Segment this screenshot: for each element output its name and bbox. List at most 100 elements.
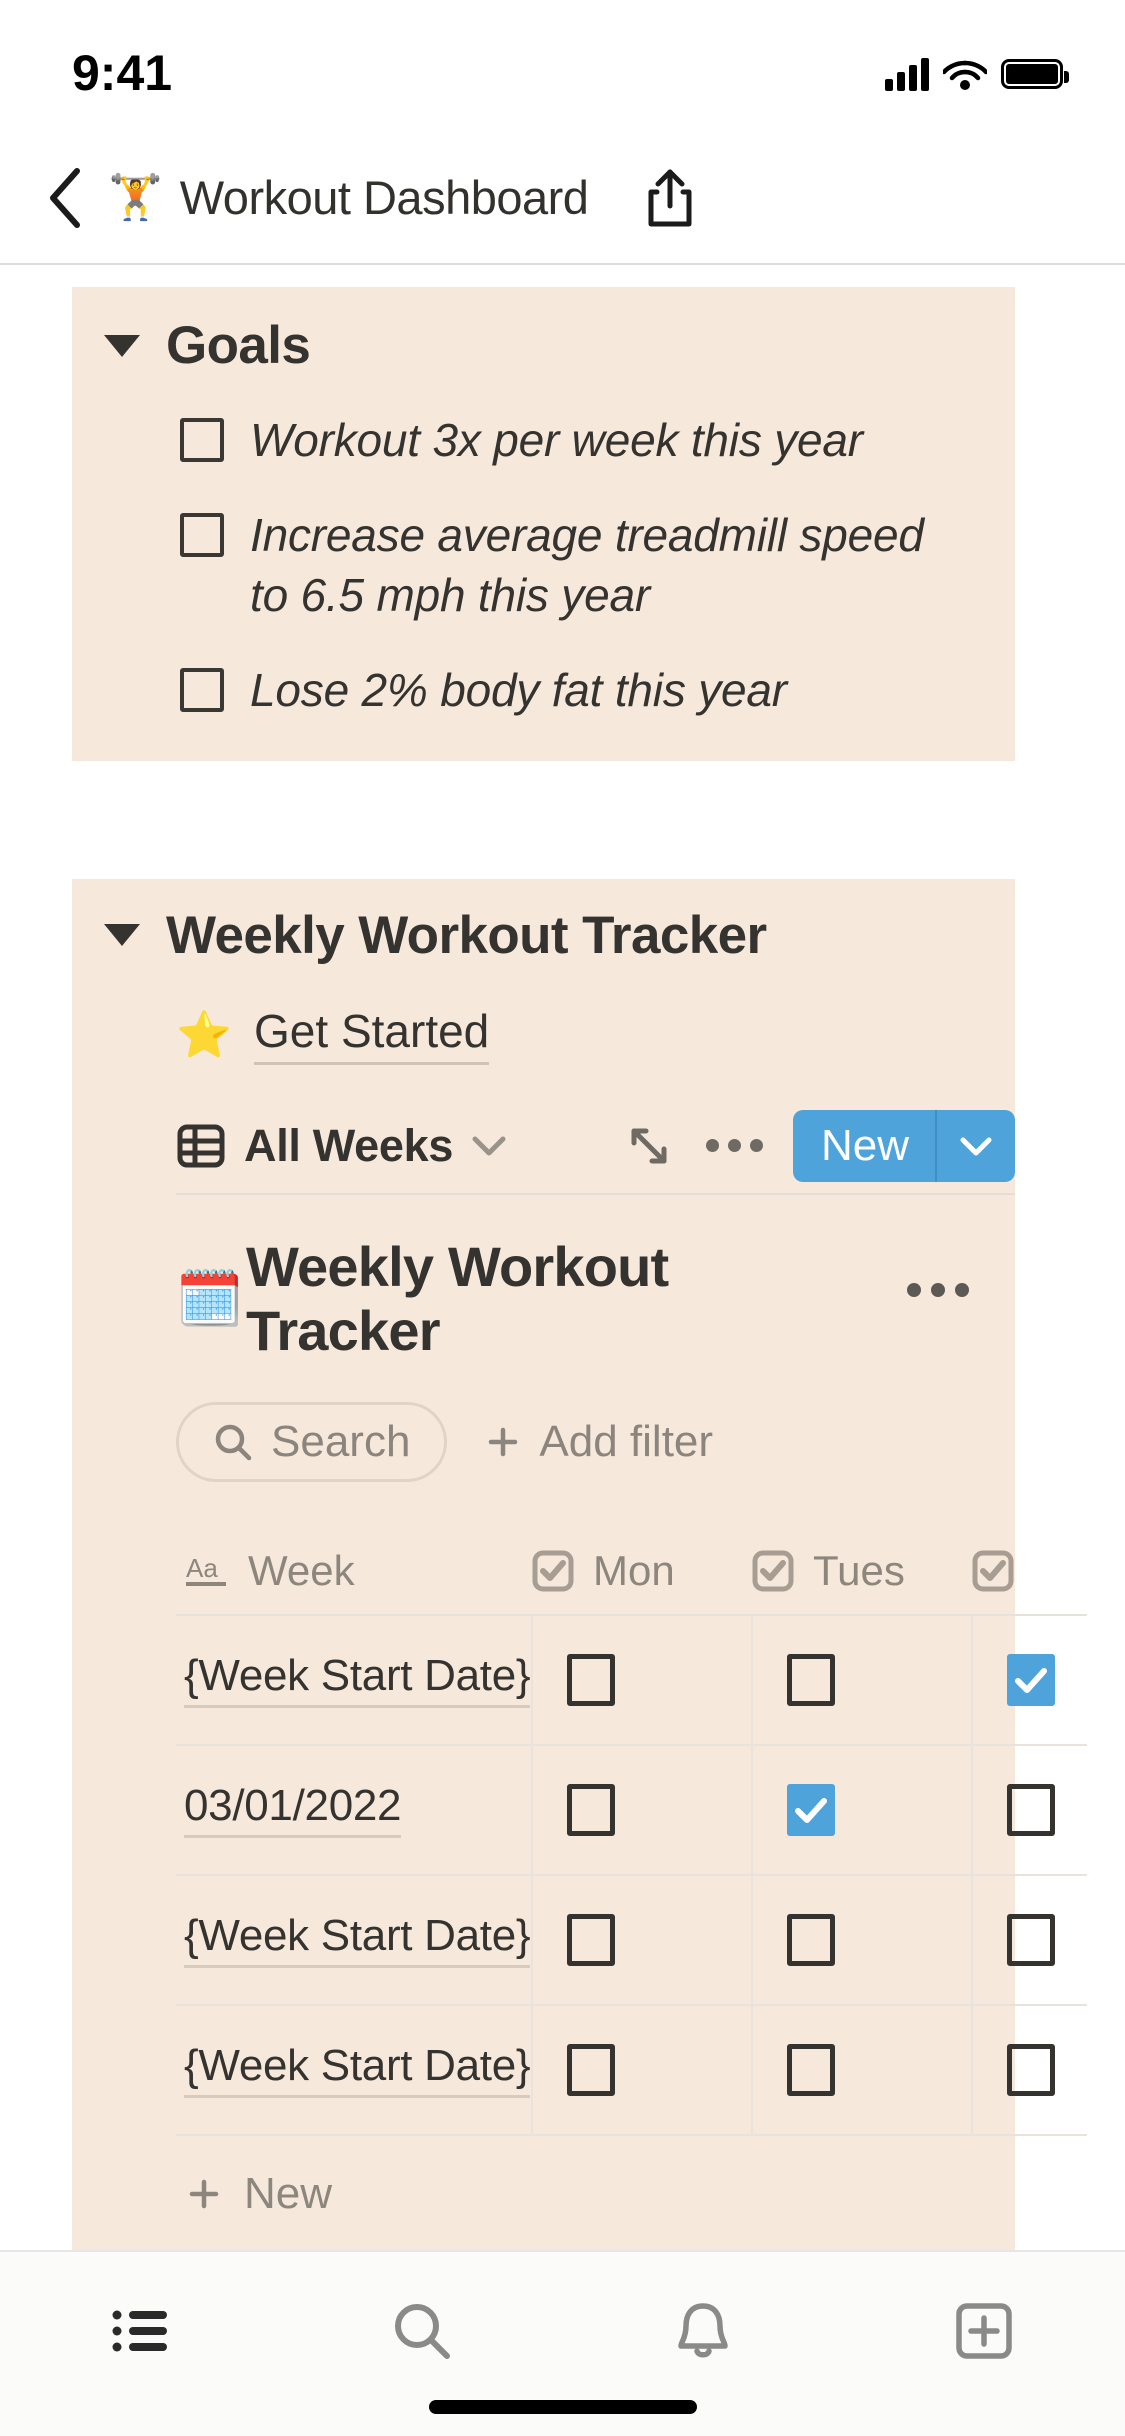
goal-checkbox[interactable] — [180, 512, 224, 557]
calendar-icon: 🗓️ — [176, 1269, 244, 1330]
cell-week[interactable]: {Week Start Date} — [176, 1876, 531, 2004]
bell-icon — [678, 2303, 728, 2358]
column-header-week[interactable]: Aa Week — [176, 1528, 531, 1614]
tab-home[interactable] — [0, 2288, 281, 2374]
goal-checkbox[interactable] — [180, 418, 224, 462]
row-checkbox[interactable] — [567, 1913, 615, 1966]
caret-down-icon[interactable] — [104, 334, 140, 357]
search-input[interactable]: Search — [176, 1401, 448, 1482]
new-record-button-group[interactable]: New — [792, 1109, 1015, 1182]
row-checkbox[interactable] — [567, 1783, 615, 1836]
back-button[interactable] — [34, 158, 96, 238]
tab-search[interactable] — [281, 2288, 562, 2374]
table-row[interactable]: {Week Start Date} — [176, 1875, 1087, 2006]
row-checkbox[interactable] — [1007, 1913, 1055, 1966]
column-header-label: Week — [248, 1546, 355, 1594]
cell-mon[interactable] — [531, 1615, 751, 1744]
cell-next[interactable] — [971, 2005, 1087, 2134]
plus-icon — [489, 1427, 518, 1456]
table-view-icon — [176, 1121, 226, 1171]
cell-next[interactable] — [971, 1875, 1087, 2004]
plus-icon — [189, 2179, 219, 2208]
text-type-icon: Aa — [186, 1553, 226, 1586]
list-item[interactable]: Lose 2% body fat this year — [72, 660, 1015, 721]
row-checkbox[interactable] — [567, 2043, 615, 2096]
cell-week[interactable]: 03/01/2022 — [176, 1746, 531, 1874]
page-content[interactable]: Goals Workout 3x per week this year Incr… — [0, 265, 1125, 2375]
cell-tues[interactable] — [751, 1745, 971, 1874]
tracker-title: Weekly Workout Tracker — [166, 905, 767, 965]
chevron-down-icon — [960, 1137, 992, 1156]
view-chevron-down-icon[interactable] — [471, 1134, 507, 1158]
plus-square-icon — [956, 2303, 1013, 2359]
search-icon — [394, 2304, 450, 2359]
status-bar: 9:41 — [0, 0, 1125, 132]
search-placeholder: Search — [271, 1416, 411, 1466]
share-button[interactable] — [640, 162, 700, 234]
page-title: Workout Dashboard — [179, 171, 589, 224]
current-view-name[interactable]: All Weeks — [244, 1120, 453, 1172]
cell-week-value: {Week Start Date} — [184, 1911, 531, 1969]
add-new-row-button[interactable]: New — [176, 2136, 1087, 2252]
tab-new[interactable] — [844, 2288, 1125, 2374]
goals-block-header[interactable]: Goals — [72, 315, 1015, 376]
table-row[interactable]: {Week Start Date} — [176, 1615, 1087, 1746]
row-checkbox[interactable] — [787, 1653, 835, 1706]
cell-week[interactable]: {Week Start Date} — [176, 2006, 531, 2134]
ellipsis-icon — [705, 1139, 719, 1153]
list-item[interactable]: Increase average treadmill speed to 6.5 … — [72, 505, 1015, 626]
table-row[interactable]: 03/01/2022 — [176, 1745, 1087, 1876]
cell-tues[interactable] — [751, 1875, 971, 2004]
list-item[interactable]: Workout 3x per week this year — [72, 410, 1015, 471]
list-icon — [112, 2310, 167, 2352]
new-button-dropdown[interactable] — [937, 1109, 1015, 1182]
expand-diagonal-icon — [631, 1128, 667, 1164]
database-table[interactable]: Aa Week Mon Tues {Week Start Date} 03/01… — [176, 1528, 1087, 2252]
row-checkbox[interactable] — [1007, 1653, 1055, 1706]
cell-mon[interactable] — [531, 1745, 751, 1874]
cell-next[interactable] — [971, 1745, 1087, 1874]
chevron-left-icon — [50, 167, 80, 228]
table-row[interactable]: {Week Start Date} — [176, 2005, 1087, 2136]
tab-bar — [0, 2250, 1125, 2436]
cell-week-value: {Week Start Date} — [184, 2041, 531, 2099]
cell-week[interactable]: {Week Start Date} — [176, 1616, 531, 1744]
caret-down-icon[interactable] — [104, 924, 140, 947]
row-checkbox[interactable] — [1007, 2043, 1055, 2096]
toolbar-more-button[interactable] — [705, 1139, 763, 1153]
new-button[interactable]: New — [792, 1109, 935, 1182]
goal-checkbox[interactable] — [180, 668, 224, 713]
column-header-mon[interactable]: Mon — [531, 1528, 751, 1614]
share-icon — [648, 169, 692, 226]
add-filter-label: Add filter — [539, 1416, 714, 1466]
cell-tues[interactable] — [751, 2005, 971, 2134]
add-filter-button[interactable]: Add filter — [483, 1417, 713, 1467]
column-header-next[interactable] — [971, 1528, 1087, 1614]
row-checkbox[interactable] — [787, 2043, 835, 2096]
checkbox-type-icon — [532, 1550, 574, 1592]
goals-title: Goals — [166, 316, 311, 375]
row-checkbox[interactable] — [567, 1653, 615, 1706]
row-checkbox[interactable] — [1007, 1783, 1055, 1836]
nav-bar: 🏋️ Workout Dashboard — [0, 132, 1125, 265]
checkbox-type-icon — [752, 1550, 794, 1592]
row-checkbox[interactable] — [787, 1783, 835, 1836]
expand-button[interactable] — [626, 1123, 672, 1169]
svg-text:Aa: Aa — [186, 1553, 218, 1583]
column-header-tues[interactable]: Tues — [751, 1528, 971, 1614]
get-started-link[interactable]: ⭐ Get Started — [72, 1004, 1015, 1065]
cell-next[interactable] — [971, 1615, 1087, 1744]
cell-mon[interactable] — [531, 1875, 751, 2004]
cell-tues[interactable] — [751, 1615, 971, 1744]
database-title-row: 🗓️ Weekly Workout Tracker — [72, 1235, 1015, 1364]
cell-mon[interactable] — [531, 2005, 751, 2134]
tab-notifications[interactable] — [563, 2288, 844, 2374]
database-more-button[interactable] — [907, 1282, 969, 1297]
table-header-row: Aa Week Mon Tues — [176, 1528, 1087, 1616]
weekly-workout-tracker-block: Weekly Workout Tracker ⭐ Get Started All… — [72, 878, 1087, 2252]
cellular-signal-icon — [885, 57, 929, 91]
status-time: 9:41 — [72, 45, 173, 101]
tracker-block-header[interactable]: Weekly Workout Tracker — [72, 905, 1015, 966]
row-checkbox[interactable] — [787, 1913, 835, 1966]
ellipsis-icon — [907, 1282, 921, 1297]
